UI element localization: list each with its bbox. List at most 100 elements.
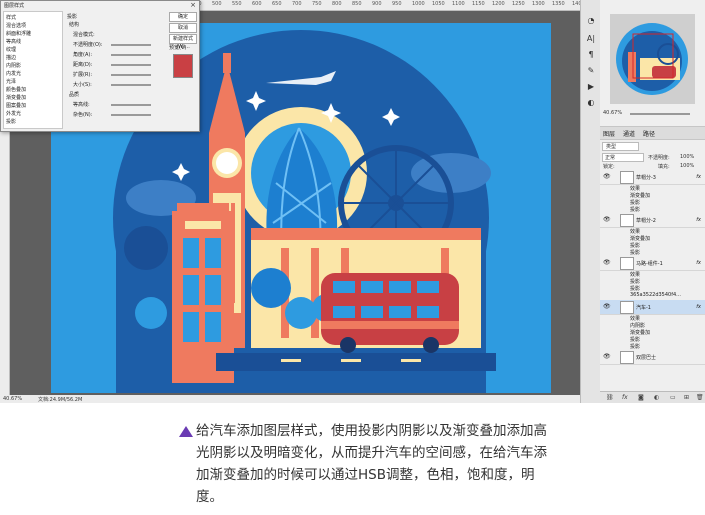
layer-thumbnail (620, 301, 634, 314)
effect-row[interactable]: 效果 (600, 315, 705, 322)
brush-icon[interactable]: ✎ (585, 66, 597, 76)
effect-row[interactable]: 渐变叠加 (600, 329, 705, 336)
ruler-tick: 1150 (472, 1, 485, 7)
visibility-eye-icon[interactable]: 👁 (603, 353, 611, 360)
layer-thumbnail (620, 257, 634, 270)
layer-style-dialog: 图层样式 × 样式 混合选项 斜面和浮雕 等高线 纹理 描边 内阴影 内发光 光泽 颜色叠加 渐变叠… (0, 0, 200, 132)
opacity-value[interactable]: 100% (680, 154, 694, 160)
dialog-title: 图层样式 (4, 3, 25, 9)
ruler-tick: 500 (212, 1, 222, 7)
fx-icon[interactable]: fx (696, 260, 701, 266)
layer-row[interactable]: 👁 草帽分-3 fx (600, 170, 705, 185)
visibility-eye-icon[interactable]: 👁 (603, 259, 611, 266)
style-list-item[interactable]: 图案叠加 (6, 102, 26, 109)
effect-row[interactable]: 渐变叠加 (600, 192, 705, 199)
effect-row[interactable]: 渐变叠加 (600, 235, 705, 242)
layer-name: 草帽分-2 (636, 218, 656, 224)
setting-label: 不透明度(O): (73, 42, 103, 48)
navigator-thumbnail[interactable] (610, 14, 695, 104)
visibility-eye-icon[interactable]: 👁 (603, 216, 611, 223)
effect-row[interactable]: 效果 (600, 271, 705, 278)
style-list-item[interactable]: 样式 (6, 14, 16, 21)
character-icon[interactable]: A| (585, 34, 597, 44)
layer-name: 汽车-1 (636, 305, 651, 311)
layer-extra-name: 365a3522d3540f4... (630, 292, 681, 298)
style-list-item[interactable]: 外发光 (6, 110, 21, 117)
effect-name: 渐变叠加 (630, 236, 651, 242)
layer-thumbnail (620, 171, 634, 184)
setting-slider[interactable] (111, 104, 151, 106)
new-layer-icon[interactable]: ⊞ (684, 394, 689, 401)
setting-slider[interactable] (111, 74, 151, 76)
layer-row[interactable]: 👁 草帽分-2 fx (600, 213, 705, 228)
fill-value[interactable]: 100% (680, 163, 694, 169)
effect-row[interactable]: 投影 (600, 249, 705, 256)
new-style-button[interactable]: 新建样式(W)... (169, 34, 197, 50)
style-list-item[interactable]: 混合选项 (6, 22, 26, 29)
effect-row[interactable]: 投影 (600, 278, 705, 285)
setting-slider[interactable] (111, 54, 151, 56)
setting-slider[interactable] (111, 44, 151, 46)
effect-name: 投影 (630, 243, 641, 249)
style-list-item[interactable]: 斜面和浮雕 (6, 30, 31, 37)
adjustment-icon[interactable]: ◐ (654, 394, 659, 401)
effect-row[interactable]: 投影 (600, 285, 705, 292)
effect-row[interactable]: 投影 (600, 242, 705, 249)
setting-slider[interactable] (111, 84, 151, 86)
visibility-eye-icon[interactable]: 👁 (603, 173, 611, 180)
visibility-eye-icon[interactable]: 👁 (603, 303, 611, 310)
ruler-tick: 750 (312, 1, 322, 7)
folder-icon[interactable]: ▭ (670, 394, 676, 401)
link-icon[interactable]: ⛓ (606, 394, 614, 401)
style-list-item[interactable]: 等高线 (6, 38, 21, 45)
mask-icon[interactable]: ◙ (638, 394, 644, 401)
history-icon[interactable]: ◔ (585, 16, 597, 26)
navigator-zoom: 40.67% (600, 108, 705, 120)
close-icon[interactable]: × (190, 1, 196, 9)
layer-row[interactable]: 👁 马路-组件-1 fx (600, 256, 705, 271)
ruler-tick: 1100 (452, 1, 465, 7)
ruler-tick: 550 (232, 1, 242, 7)
fx-icon[interactable]: fx (696, 217, 701, 223)
setting-label: 混合模式: (73, 32, 95, 38)
ruler-tick: 1200 (492, 1, 505, 7)
effect-row[interactable]: 投影 (600, 199, 705, 206)
fx-icon[interactable]: fx (696, 174, 701, 180)
style-list-item[interactable]: 颜色叠加 (6, 86, 26, 93)
effect-name: 效果 (630, 229, 641, 235)
layer-row[interactable]: 👁 双层巴士 (600, 350, 705, 365)
tab-paths[interactable]: 路径 (643, 129, 655, 138)
effect-row[interactable]: 效果 (600, 228, 705, 235)
layer-extra-row[interactable]: 365a3522d3540f4... (600, 292, 705, 298)
effect-row[interactable]: 投影 (600, 206, 705, 213)
trash-icon[interactable]: 🗑 (696, 394, 704, 401)
style-list-item[interactable]: 纹理 (6, 46, 16, 53)
style-list-item[interactable]: 投影 (6, 118, 16, 125)
layer-thumbnail (620, 214, 634, 227)
zoom-slider[interactable] (630, 113, 690, 115)
effect-name: 投影 (630, 200, 641, 206)
effect-row[interactable]: 内阴影 (600, 322, 705, 329)
ok-button[interactable]: 确定 (169, 12, 197, 22)
layer-row[interactable]: 👁 汽车-1 fx (600, 300, 705, 315)
style-list-item[interactable]: 渐变叠加 (6, 94, 26, 101)
effect-row[interactable]: 投影 (600, 343, 705, 350)
fx-icon[interactable]: fx (622, 394, 628, 401)
style-list-item[interactable]: 内发光 (6, 70, 21, 77)
setting-slider[interactable] (111, 114, 151, 116)
paragraph-icon[interactable]: ¶ (585, 50, 597, 60)
style-list-item[interactable]: 内阴影 (6, 62, 21, 69)
adjust-icon[interactable]: ◐ (585, 98, 597, 108)
effect-row[interactable]: 效果 (600, 185, 705, 192)
cancel-button[interactable]: 取消 (169, 23, 197, 33)
tab-layers[interactable]: 图层 (603, 129, 615, 138)
style-list-item[interactable]: 描边 (6, 54, 16, 61)
setting-label: 扩展(R): (73, 72, 93, 78)
fx-icon[interactable]: fx (696, 304, 701, 310)
tab-channels[interactable]: 通道 (623, 129, 635, 138)
play-icon[interactable]: ▶ (585, 82, 597, 92)
effect-row[interactable]: 投影 (600, 336, 705, 343)
setting-slider[interactable] (111, 64, 151, 66)
preview-checkbox[interactable]: 预览(V) (169, 44, 195, 52)
style-list-item[interactable]: 光泽 (6, 78, 16, 85)
